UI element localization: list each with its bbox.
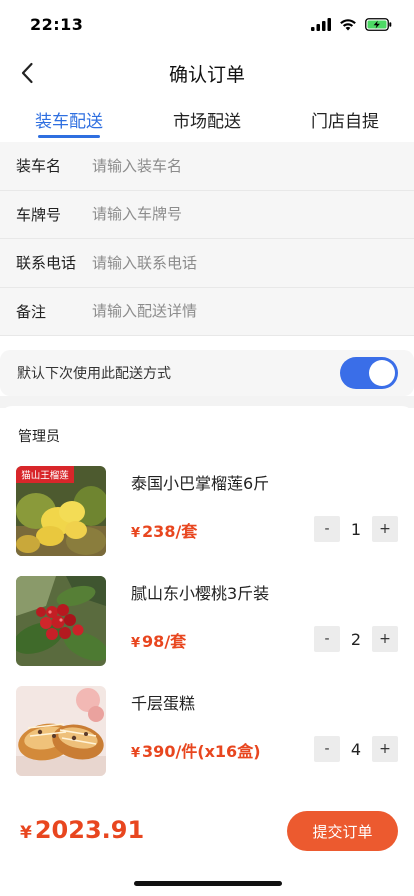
- order-total: ¥2023.91: [20, 816, 144, 844]
- order-card: 管理员 猫山王榴莲 泰国小巴掌榴莲6斤 ¥238/套 - 1 + 腻山东小樱桃3…: [0, 406, 414, 786]
- product-price: ¥390/件(x16盒): [131, 738, 261, 762]
- tab-truck-delivery[interactable]: 装车配送: [0, 98, 138, 140]
- default-delivery-label: 默认下次使用此配送方式: [17, 366, 171, 382]
- product-image-cake[interactable]: [16, 686, 106, 776]
- currency-symbol: ¥: [131, 746, 141, 761]
- cherry-image: [16, 576, 106, 666]
- durian-image-label: 猫山王榴莲: [21, 470, 69, 482]
- quantity-value: 1: [350, 519, 362, 539]
- nav-bar: 确认订单: [0, 48, 414, 98]
- product-item: 千层蛋糕 ¥390/件(x16盒) - 4 +: [0, 686, 414, 776]
- delivery-tabs: 装车配送 市场配送 门店自提: [0, 98, 414, 140]
- tab-label: 装车配送: [35, 111, 103, 132]
- battery-charging-icon: [365, 17, 392, 31]
- product-name: 千层蛋糕: [131, 694, 196, 713]
- form-row-remark: 备注: [0, 288, 414, 336]
- default-delivery-row: 默认下次使用此配送方式: [0, 350, 414, 396]
- quantity-stepper: - 1 +: [314, 516, 398, 542]
- durian-image: 猫山王榴莲: [16, 466, 106, 556]
- field-label: 备注: [16, 302, 47, 321]
- page-title: 确认订单: [168, 63, 245, 86]
- product-price: ¥238/套: [131, 518, 197, 542]
- form-row-truck-name: 装车名: [0, 142, 414, 191]
- section-title: 管理员: [18, 429, 60, 445]
- plate-number-input[interactable]: [92, 205, 414, 224]
- default-delivery-toggle[interactable]: [340, 357, 398, 389]
- status-bar: 22:13: [0, 0, 414, 48]
- product-item: 猫山王榴莲 泰国小巴掌榴莲6斤 ¥238/套 - 1 +: [0, 466, 414, 556]
- cake-image: [16, 686, 106, 776]
- form-row-plate-number: 车牌号: [0, 191, 414, 239]
- product-name: 腻山东小樱桃3斤装: [131, 584, 270, 603]
- toggle-knob: [369, 360, 395, 386]
- currency-symbol: ¥: [131, 636, 141, 651]
- tab-label: 市场配送: [173, 111, 241, 132]
- field-label: 联系电话: [16, 254, 77, 273]
- price-value: 390/件(x16盒): [142, 742, 261, 761]
- chevron-left-icon: [21, 62, 33, 84]
- field-label: 车牌号: [16, 205, 62, 224]
- total-value: 2023.91: [34, 816, 145, 844]
- price-value: 98/套: [142, 632, 187, 651]
- product-price: ¥98/套: [131, 628, 186, 652]
- tab-store-pickup[interactable]: 门店自提: [276, 98, 414, 140]
- wifi-icon: [340, 18, 356, 30]
- tab-market-delivery[interactable]: 市场配送: [138, 98, 276, 140]
- checkout-bar: ¥2023.91 提交订单: [0, 786, 414, 876]
- tab-label: 门店自提: [311, 111, 379, 132]
- submit-order-button[interactable]: 提交订单: [287, 811, 398, 851]
- back-button[interactable]: [10, 56, 44, 90]
- product-image-durian[interactable]: 猫山王榴莲: [16, 466, 106, 556]
- currency-symbol: ¥: [20, 823, 32, 843]
- price-value: 238/套: [142, 522, 198, 541]
- decrease-button[interactable]: -: [314, 626, 340, 652]
- phone-input[interactable]: [92, 253, 414, 272]
- currency-symbol: ¥: [131, 526, 141, 541]
- status-icons: [311, 17, 392, 31]
- decrease-button[interactable]: -: [314, 736, 340, 762]
- quantity-stepper: - 4 +: [314, 736, 398, 762]
- home-indicator: [134, 881, 282, 886]
- remark-input[interactable]: [92, 302, 414, 321]
- product-item: 腻山东小樱桃3斤装 ¥98/套 - 2 +: [0, 576, 414, 666]
- truck-name-input[interactable]: [92, 156, 414, 175]
- product-image-cherry[interactable]: [16, 576, 106, 666]
- product-name: 泰国小巴掌榴莲6斤: [131, 474, 270, 493]
- form-row-phone: 联系电话: [0, 239, 414, 288]
- quantity-value: 4: [350, 739, 362, 759]
- quantity-value: 2: [350, 629, 362, 649]
- increase-button[interactable]: +: [372, 736, 398, 762]
- status-time: 22:13: [30, 14, 84, 34]
- field-label: 装车名: [16, 157, 62, 176]
- signal-icon: [311, 17, 331, 31]
- delivery-form: 装车名 车牌号 联系电话 备注: [0, 142, 414, 336]
- increase-button[interactable]: +: [372, 516, 398, 542]
- decrease-button[interactable]: -: [314, 516, 340, 542]
- increase-button[interactable]: +: [372, 626, 398, 652]
- quantity-stepper: - 2 +: [314, 626, 398, 652]
